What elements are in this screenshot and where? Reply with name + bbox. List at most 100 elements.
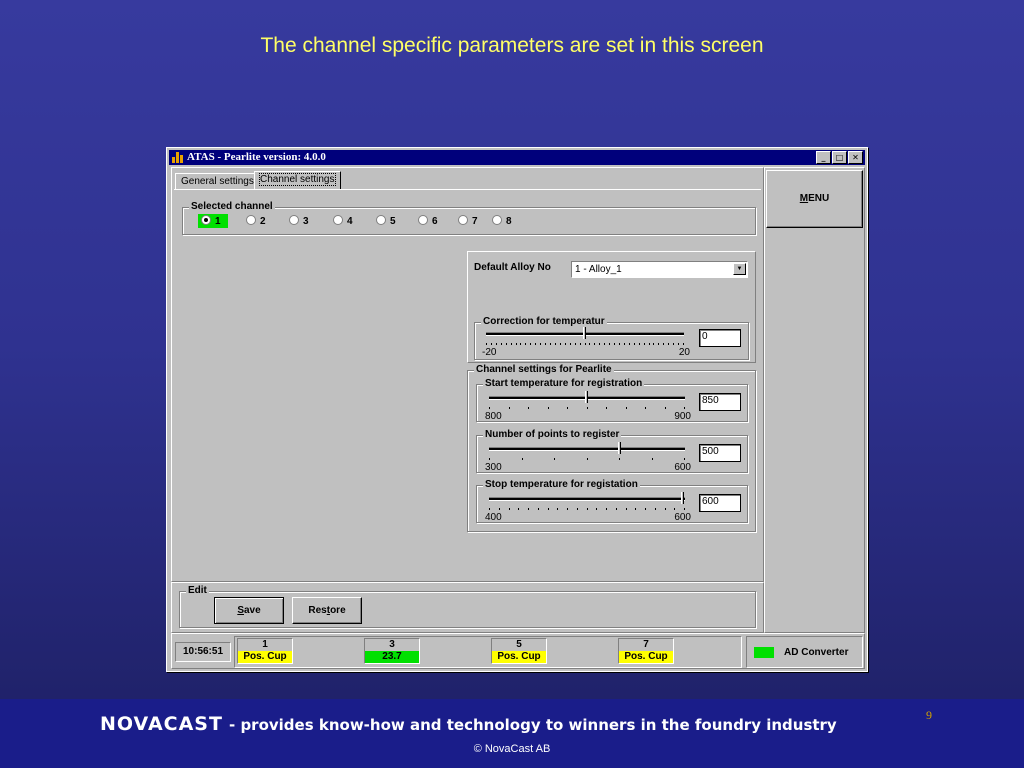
minimize-button[interactable]: _ (816, 151, 831, 164)
ad-converter-indicator (754, 647, 774, 658)
dropdown-arrow-icon[interactable]: ▼ (733, 263, 746, 275)
channel-radio-7[interactable]: 7 (458, 215, 478, 227)
alloy-panel: Default Alloy No 1 - Alloy_1 ▼ Correctio… (467, 251, 756, 363)
slider-tick (683, 343, 684, 345)
channel-radio-label: 6 (432, 216, 438, 227)
slider-max-label: 600 (674, 512, 691, 523)
status-channel-5: 5 Pos. Cup (491, 638, 547, 664)
stop-temp-slider[interactable]: 400 600 (485, 492, 691, 523)
slider-tick (626, 508, 627, 510)
points-input[interactable]: 500 (699, 444, 741, 462)
window-titlebar[interactable]: ATAS - Pearlite version: 4.0.0 _ □ ✕ (169, 150, 865, 165)
slider-tick (501, 343, 502, 345)
maximize-button[interactable]: □ (832, 151, 847, 164)
slider-tick (649, 343, 650, 345)
slider-tick (522, 458, 523, 460)
slider-tick (624, 343, 625, 345)
selected-channel-label: Selected channel (189, 201, 275, 212)
channel-radio-8[interactable]: 8 (492, 215, 512, 227)
slider-thumb[interactable] (618, 442, 621, 454)
channel-radio-label: 4 (347, 216, 353, 227)
restore-label-a: Res (308, 605, 327, 616)
channel-settings-group: Channel settings for Pearlite Start temp… (467, 364, 756, 532)
edit-panel: Edit Save Restore (171, 582, 764, 633)
slider-tick (528, 407, 529, 409)
radio-icon (376, 215, 386, 225)
slider-tick (678, 343, 679, 345)
slider-tick (486, 343, 487, 345)
slider-tick (506, 343, 507, 345)
channel-radio-label: 2 (260, 216, 266, 227)
slider-tick (587, 407, 588, 409)
channel-radio-5[interactable]: 5 (376, 215, 396, 227)
radio-icon (458, 215, 468, 225)
correction-slider[interactable]: -20 20 (482, 327, 690, 358)
slider-tick (516, 343, 517, 345)
channel-radio-2[interactable]: 2 (246, 215, 266, 227)
points-slider[interactable]: 300 600 (485, 442, 691, 473)
default-alloy-select[interactable]: 1 - Alloy_1 ▼ (571, 261, 748, 278)
slider-tick (540, 343, 541, 345)
status-channel-number: 1 (238, 639, 292, 651)
ad-converter-label: AD Converter (784, 647, 849, 658)
slider-tick (560, 343, 561, 345)
window-title: ATAS - Pearlite version: 4.0.0 (187, 151, 326, 163)
channel-radio-label: 7 (472, 216, 478, 227)
radio-icon (333, 215, 343, 225)
channel-radio-1[interactable]: 1 (201, 215, 221, 227)
slider-tick (565, 343, 566, 345)
footer-tagline: - provides know-how and technology to wi… (229, 716, 837, 734)
save-button[interactable]: Save (214, 597, 284, 624)
slider-tick (499, 508, 500, 510)
channel-radio-3[interactable]: 3 (289, 215, 309, 227)
restore-label-b: ore (330, 605, 346, 616)
slider-tick (545, 343, 546, 345)
edit-label: Edit (186, 585, 209, 596)
status-channel-value: Pos. Cup (492, 651, 546, 663)
slider-tick (575, 343, 576, 345)
slider-thumb[interactable] (681, 492, 684, 504)
slider-tick (606, 508, 607, 510)
slider-tick (555, 343, 556, 345)
slider-track (489, 497, 685, 501)
start-temp-group: Start temperature for registration 800 9… (476, 378, 748, 422)
channel-radio-4[interactable]: 4 (333, 215, 353, 227)
slider-min-label: 300 (485, 462, 502, 473)
slider-tick (554, 458, 555, 460)
slider-tick (594, 343, 595, 345)
restore-button[interactable]: Restore (292, 597, 362, 624)
start-temp-slider[interactable]: 800 900 (485, 391, 691, 422)
start-temp-input[interactable]: 850 (699, 393, 741, 411)
app-icon (172, 152, 184, 163)
slider-tick (619, 458, 620, 460)
ad-converter-status: AD Converter (746, 636, 863, 668)
slider-tick (587, 458, 588, 460)
slider-tick (525, 343, 526, 345)
slider-thumb[interactable] (583, 327, 586, 339)
stop-temp-input[interactable]: 600 (699, 494, 741, 512)
slider-tick (577, 508, 578, 510)
slider-tick (639, 343, 640, 345)
default-alloy-label: Default Alloy No (474, 262, 551, 273)
radio-icon (418, 215, 428, 225)
slider-tick (587, 508, 588, 510)
correction-label: Correction for temperatur (481, 316, 607, 327)
selected-channel-group: Selected channel 1 2 3 4 5 6 7 8 (182, 201, 756, 235)
slider-tick (489, 407, 490, 409)
slider-tick (548, 508, 549, 510)
status-channel-1: 1 Pos. Cup (237, 638, 293, 664)
radio-icon (246, 215, 256, 225)
slider-thumb[interactable] (585, 391, 588, 403)
status-bar: 10:56:51 1 Pos. Cup 3 23.7 5 Pos. Cup 7 … (171, 633, 865, 669)
channel-radio-label: 1 (215, 216, 221, 227)
radio-icon (492, 215, 502, 225)
channel-radio-6[interactable]: 6 (418, 215, 438, 227)
close-button[interactable]: ✕ (848, 151, 863, 164)
tab-general-settings[interactable]: General settings (175, 173, 260, 190)
slider-tick (609, 343, 610, 345)
channel-radio-label: 8 (506, 216, 512, 227)
menu-button[interactable]: MENU (766, 170, 863, 228)
tab-channel-settings[interactable]: Channel settings (254, 171, 341, 190)
correction-input[interactable]: 0 (699, 329, 741, 347)
slider-tick (489, 458, 490, 460)
